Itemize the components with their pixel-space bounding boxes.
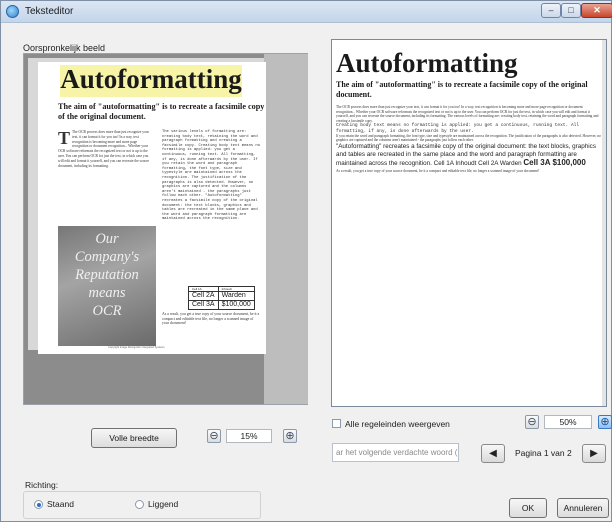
zoom-out-icon[interactable]: ⊖: [525, 415, 539, 429]
result-mono-text: Creating body text means no formatting i…: [336, 123, 580, 134]
full-width-button[interactable]: Volle breedte: [91, 428, 177, 448]
result-title: Autoformatting: [336, 48, 518, 78]
result-body-4: As a result, you get a true copy of your…: [336, 168, 540, 173]
scan-column-2: The various levels of formatting are: cr…: [162, 130, 260, 222]
ad-line: OCR: [92, 303, 122, 319]
scan-table: Cell 1A Inhoudt Cell 2A Warden Cell 3A $100…: [188, 286, 255, 310]
original-image-viewer[interactable]: Autoformatting The aim of "autoformattin…: [23, 53, 308, 405]
scan-ad-image: Our Company's Reputation means OCR: [58, 226, 156, 346]
vertical-scrollbar[interactable]: [602, 40, 606, 406]
landscape-radio[interactable]: [135, 500, 144, 509]
ad-line: Our: [95, 231, 119, 247]
zoom-in-icon[interactable]: ⊕: [283, 429, 297, 443]
previous-page-button[interactable]: ◀: [481, 444, 505, 463]
left-zoom-field[interactable]: 15%: [226, 429, 272, 443]
scan-column-2-end: As a result, you get a true copy of your…: [162, 312, 260, 326]
page-indicator: Pagina 1 van 2: [515, 448, 572, 458]
next-suspect-word-field[interactable]: ar het volgende verdachte woord (F: [332, 443, 459, 462]
close-button[interactable]: ✕: [581, 3, 612, 18]
title-bar: Teksteditor – □ ✕: [1, 1, 612, 23]
maximize-button[interactable]: □: [561, 3, 581, 18]
table-cell: $100,000: [217, 300, 255, 310]
table-cell: Cell 2A: [188, 291, 219, 301]
table-cell: Warden: [217, 291, 255, 301]
result-body-2: If you retain the word and paragraph for…: [336, 133, 601, 143]
text-editor-window: Teksteditor – □ ✕ Oorspronkelijk beeld A…: [0, 0, 612, 522]
table-cell: Cell 3A: [188, 300, 219, 310]
original-image-label: Oorspronkelijk beeld: [23, 43, 106, 53]
portrait-radio[interactable]: [34, 500, 43, 509]
ad-line: Reputation: [75, 267, 139, 283]
recognized-text-editor[interactable]: Autoformatting The aim of "autoformattin…: [331, 39, 607, 407]
result-subtitle: The aim of "autoformatting" is to recrea…: [336, 80, 588, 99]
scan-footer: Copyright Image Recognition Integrated S…: [108, 346, 165, 349]
scan-title: Autoformatting: [60, 64, 242, 94]
scan-subtitle: The aim of "autoformatting" is to recrea…: [58, 102, 265, 121]
ok-button[interactable]: OK: [509, 498, 547, 518]
scan-column-1-text: The OCR process does more than just reco…: [58, 130, 150, 168]
result-cell-big: Cell 3A $100,000: [523, 157, 586, 167]
minimize-button[interactable]: –: [541, 3, 561, 18]
orientation-label: Richting:: [25, 480, 59, 490]
portrait-label: Staand: [47, 499, 74, 509]
ad-line: Company's: [74, 249, 140, 265]
show-linebreaks-checkbox[interactable]: [332, 419, 341, 428]
app-icon: [6, 5, 19, 18]
right-zoom-field[interactable]: 50%: [544, 415, 592, 429]
zoom-in-icon[interactable]: ⊕: [598, 415, 612, 429]
landscape-label: Liggend: [148, 499, 179, 509]
next-page-button[interactable]: ▶: [582, 444, 606, 463]
viewer-margin: [264, 54, 308, 404]
cancel-button[interactable]: Annuleren: [557, 498, 609, 518]
result-body-1: The OCR process does more than just reco…: [336, 105, 599, 123]
scanned-page: Autoformatting The aim of "autoformattin…: [38, 62, 266, 354]
result-body-3: "Autoformatting" recreates a facsimile c…: [336, 143, 602, 168]
zoom-out-icon[interactable]: ⊖: [207, 429, 221, 443]
scan-column-1: T The OCR process does more than just rec…: [58, 128, 150, 168]
result-cells: Cell 1A Inhoudt Cell 2A Warden: [433, 159, 522, 167]
show-linebreaks-label: Alle regeleinden weergeven: [345, 419, 450, 429]
ad-line: means: [88, 285, 126, 301]
window-title: Teksteditor: [25, 6, 74, 17]
